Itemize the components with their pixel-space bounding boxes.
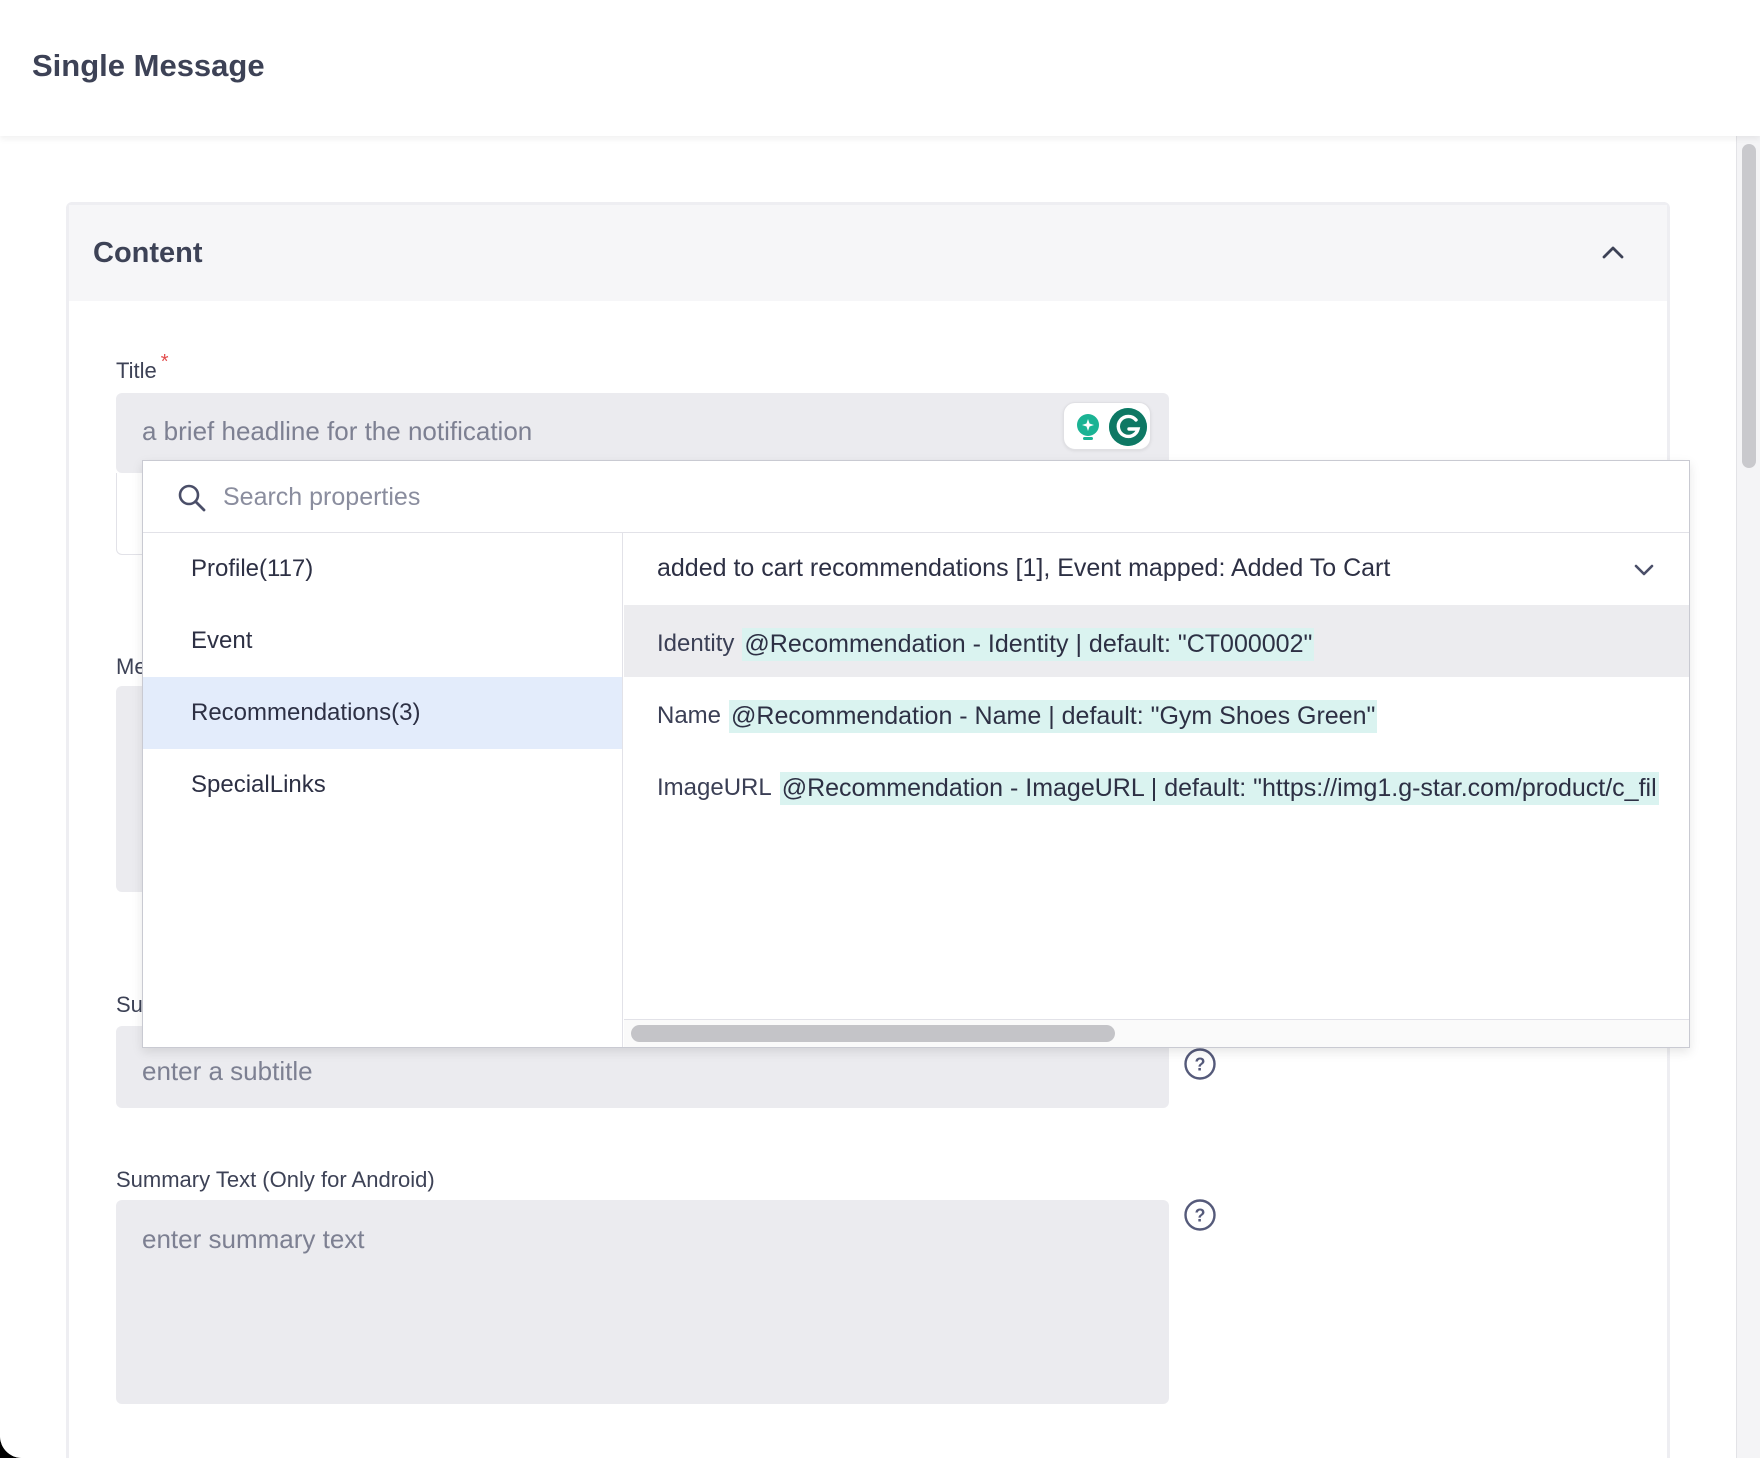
- subtitle-label: Su: [116, 992, 143, 1017]
- category-event[interactable]: Event: [143, 605, 622, 677]
- chevron-down-icon[interactable]: [1633, 559, 1655, 581]
- property-token[interactable]: @Recommendation - ImageURL | default: "h…: [779, 772, 1659, 805]
- property-row-content: ImageURL @Recommendation - ImageURL | def…: [657, 771, 1659, 805]
- horizontal-scrollbar[interactable]: [624, 1019, 1689, 1047]
- property-name: Identity: [657, 630, 735, 657]
- vertical-scrollbar[interactable]: [1736, 136, 1760, 1458]
- category-recommendations[interactable]: Recommendations(3): [143, 677, 622, 749]
- selected-event-label: added to cart recommendations [1], Event…: [657, 554, 1391, 582]
- property-list-pane: added to cart recommendations [1], Event…: [624, 533, 1689, 1047]
- property-row-content: Identity @Recommendation - Identity | def…: [657, 627, 1315, 661]
- required-marker: *: [160, 351, 169, 373]
- property-name: ImageURL: [657, 774, 772, 801]
- title-label: Title *: [116, 351, 169, 384]
- summary-label: Summary Text (Only for Android): [116, 1167, 435, 1192]
- top-bar: Single Message: [0, 0, 1760, 136]
- event-select-dropdown[interactable]: added to cart recommendations [1], Event…: [624, 533, 1689, 605]
- chevron-up-icon[interactable]: [1601, 241, 1625, 265]
- category-list: Profile(117) Event Recommendations(3) Sp…: [143, 533, 623, 1047]
- svg-text:?: ?: [1195, 1055, 1206, 1075]
- property-row-name[interactable]: Name @Recommendation - Name | default: "G…: [624, 677, 1689, 749]
- title-label-text: Title: [116, 358, 157, 383]
- search-icon: [178, 484, 206, 512]
- help-icon[interactable]: ?: [1183, 1198, 1217, 1232]
- category-profile[interactable]: Profile(117): [143, 533, 622, 605]
- help-icon[interactable]: ?: [1183, 1047, 1217, 1081]
- page-title: Single Message: [32, 48, 265, 83]
- grammarly-icon[interactable]: [1108, 407, 1148, 447]
- property-token[interactable]: @Recommendation - Identity | default: "C…: [742, 628, 1315, 661]
- property-row-content: Name @Recommendation - Name | default: "G…: [657, 699, 1378, 733]
- property-name: Name: [657, 702, 722, 729]
- category-speciallinks[interactable]: SpecialLinks: [143, 749, 622, 821]
- property-row-imageurl[interactable]: ImageURL @Recommendation - ImageURL | def…: [624, 749, 1689, 821]
- app-window: Single Message Content Title * a brief he…: [0, 0, 1760, 1458]
- grammarly-widget[interactable]: [1063, 402, 1151, 450]
- property-search-row: [143, 461, 1689, 533]
- content-card-header[interactable]: Content: [69, 205, 1667, 301]
- property-picker-popup: Profile(117) Event Recommendations(3) Sp…: [142, 460, 1690, 1048]
- property-search-input[interactable]: [223, 475, 1623, 519]
- horizontal-scrollbar-thumb[interactable]: [631, 1025, 1115, 1042]
- lightbulb-icon[interactable]: [1072, 411, 1104, 443]
- property-row-identity[interactable]: Identity @Recommendation - Identity | def…: [624, 605, 1689, 677]
- svg-text:?: ?: [1195, 1206, 1206, 1226]
- section-title: Content: [93, 237, 203, 269]
- property-token[interactable]: @Recommendation - Name | default: "Gym S…: [729, 700, 1378, 733]
- summary-textarea[interactable]: enter summary text: [116, 1200, 1169, 1404]
- vertical-scrollbar-thumb[interactable]: [1742, 144, 1756, 468]
